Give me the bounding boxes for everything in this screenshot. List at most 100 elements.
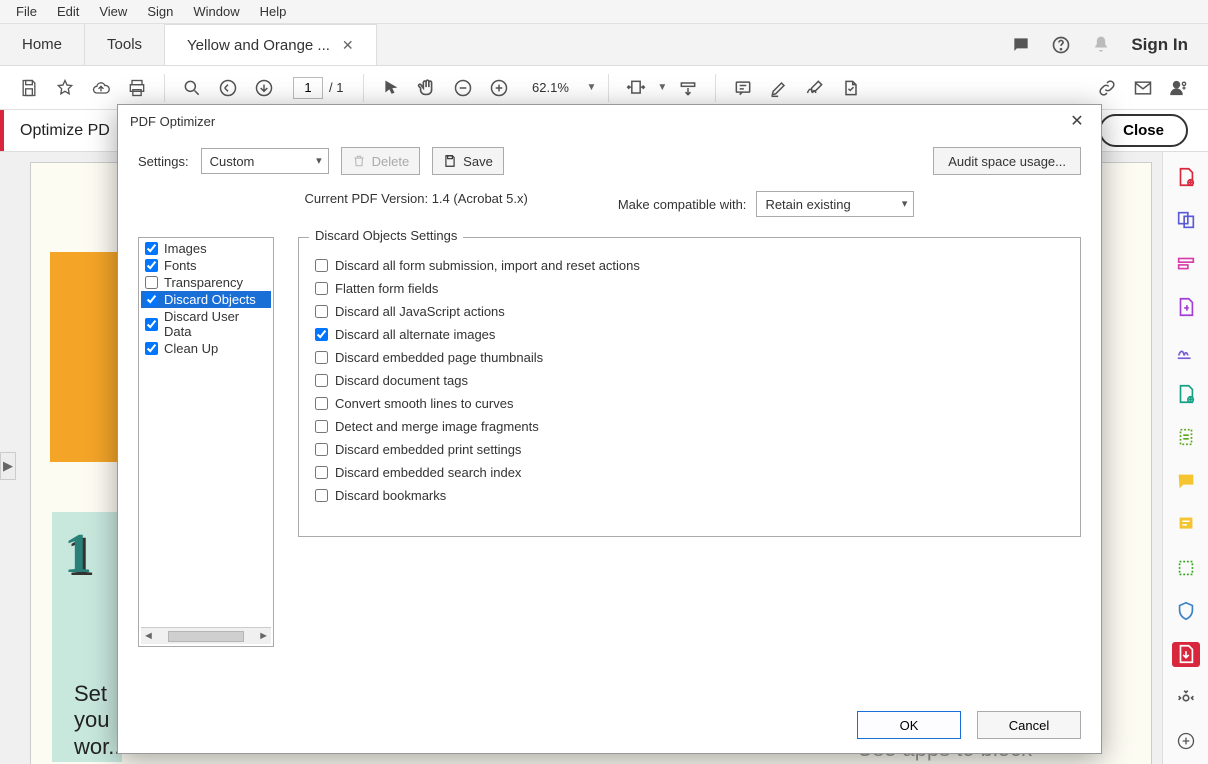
help-icon[interactable] bbox=[1051, 35, 1071, 55]
option-7[interactable]: Detect and merge image fragments bbox=[315, 419, 1064, 434]
save-icon[interactable] bbox=[14, 73, 44, 103]
tab-tools[interactable]: Tools bbox=[85, 24, 165, 65]
stamp-icon[interactable] bbox=[836, 73, 866, 103]
star-icon[interactable] bbox=[50, 73, 80, 103]
fit-width-icon[interactable] bbox=[621, 73, 651, 103]
settings-select-value: Custom bbox=[210, 154, 255, 169]
save-settings-button[interactable]: Save bbox=[432, 147, 504, 175]
cloud-icon[interactable] bbox=[86, 73, 116, 103]
option-10[interactable]: Discard bookmarks bbox=[315, 488, 1064, 503]
category-checkbox[interactable] bbox=[145, 318, 158, 331]
tab-close-icon[interactable]: ✕ bbox=[342, 37, 354, 54]
print-icon[interactable] bbox=[122, 73, 152, 103]
tool-create-pdf-icon[interactable] bbox=[1172, 164, 1200, 189]
tab-document-label: Yellow and Orange ... bbox=[187, 37, 330, 54]
option-4[interactable]: Discard embedded page thumbnails bbox=[315, 350, 1064, 365]
share-people-icon[interactable] bbox=[1164, 73, 1194, 103]
category-checkbox[interactable] bbox=[145, 276, 158, 289]
tool-note-icon[interactable] bbox=[1172, 511, 1200, 536]
option-checkbox[interactable] bbox=[315, 259, 328, 272]
prev-page-icon[interactable] bbox=[213, 73, 243, 103]
menu-window[interactable]: Window bbox=[183, 2, 249, 21]
tool-edit-icon[interactable] bbox=[1172, 251, 1200, 276]
tool-protect-icon[interactable] bbox=[1172, 598, 1200, 623]
category-item-transparency[interactable]: Transparency bbox=[141, 274, 271, 291]
category-item-discard-objects[interactable]: Discard Objects bbox=[141, 291, 271, 308]
category-checkbox[interactable] bbox=[145, 342, 158, 355]
sign-in-link[interactable]: Sign In bbox=[1131, 35, 1188, 55]
comment-icon[interactable] bbox=[728, 73, 758, 103]
dialog-close-icon[interactable]: ✕ bbox=[1065, 109, 1089, 133]
compat-label: Make compatible with: bbox=[618, 197, 747, 212]
search-icon[interactable] bbox=[177, 73, 207, 103]
category-scrollbar[interactable]: ◄► bbox=[141, 627, 271, 644]
share-link-icon[interactable] bbox=[1092, 73, 1122, 103]
panel-expand-icon[interactable]: ▶ bbox=[0, 452, 16, 480]
tool-export-icon[interactable] bbox=[1172, 294, 1200, 319]
option-checkbox[interactable] bbox=[315, 489, 328, 502]
hand-icon[interactable] bbox=[412, 73, 442, 103]
tool-compress-icon[interactable] bbox=[1172, 425, 1200, 450]
option-5[interactable]: Discard document tags bbox=[315, 373, 1064, 388]
option-checkbox[interactable] bbox=[315, 397, 328, 410]
category-item-fonts[interactable]: Fonts bbox=[141, 257, 271, 274]
option-checkbox[interactable] bbox=[315, 374, 328, 387]
option-checkbox[interactable] bbox=[315, 328, 328, 341]
menu-edit[interactable]: Edit bbox=[47, 2, 89, 21]
tab-document[interactable]: Yellow and Orange ... ✕ bbox=[165, 24, 377, 65]
highlight-icon[interactable] bbox=[764, 73, 794, 103]
menu-view[interactable]: View bbox=[89, 2, 137, 21]
ok-button[interactable]: OK bbox=[857, 711, 961, 739]
tool-add-icon[interactable] bbox=[1172, 729, 1200, 754]
option-3[interactable]: Discard all alternate images bbox=[315, 327, 1064, 342]
zoom-dropdown-icon[interactable]: ▼ bbox=[586, 82, 596, 93]
category-checkbox[interactable] bbox=[145, 242, 158, 255]
cancel-button[interactable]: Cancel bbox=[977, 711, 1081, 739]
tool-organize-icon[interactable] bbox=[1172, 381, 1200, 406]
tool-combine-icon[interactable] bbox=[1172, 207, 1200, 232]
cursor-icon[interactable] bbox=[376, 73, 406, 103]
category-checkbox[interactable] bbox=[145, 259, 158, 272]
menu-file[interactable]: File bbox=[6, 2, 47, 21]
scroll-mode-icon[interactable] bbox=[673, 73, 703, 103]
fit-dropdown-icon[interactable]: ▼ bbox=[657, 82, 667, 93]
trash-icon bbox=[352, 153, 366, 169]
email-icon[interactable] bbox=[1128, 73, 1158, 103]
tool-more-icon[interactable] bbox=[1172, 685, 1200, 710]
tab-home[interactable]: Home bbox=[0, 24, 85, 65]
category-item-images[interactable]: Images bbox=[141, 240, 271, 257]
option-checkbox[interactable] bbox=[315, 443, 328, 456]
zoom-out-icon[interactable] bbox=[448, 73, 478, 103]
signature-icon[interactable] bbox=[800, 73, 830, 103]
option-checkbox[interactable] bbox=[315, 305, 328, 318]
option-checkbox[interactable] bbox=[315, 420, 328, 433]
next-page-icon[interactable] bbox=[249, 73, 279, 103]
menu-help[interactable]: Help bbox=[250, 2, 297, 21]
bell-icon[interactable] bbox=[1091, 35, 1111, 55]
option-checkbox[interactable] bbox=[315, 466, 328, 479]
option-checkbox[interactable] bbox=[315, 282, 328, 295]
option-2[interactable]: Discard all JavaScript actions bbox=[315, 304, 1064, 319]
tool-sign-icon[interactable] bbox=[1172, 338, 1200, 363]
tool-optimize-icon[interactable] bbox=[1172, 642, 1200, 667]
audit-space-button[interactable]: Audit space usage... bbox=[933, 147, 1081, 175]
compat-select[interactable]: Retain existing bbox=[756, 191, 914, 217]
page-number-input[interactable] bbox=[293, 77, 323, 99]
option-8[interactable]: Discard embedded print settings bbox=[315, 442, 1064, 457]
zoom-value[interactable]: 62.1% bbox=[520, 80, 580, 95]
option-checkbox[interactable] bbox=[315, 351, 328, 364]
option-9[interactable]: Discard embedded search index bbox=[315, 465, 1064, 480]
settings-select[interactable]: Custom bbox=[201, 148, 329, 174]
category-item-discard-user-data[interactable]: Discard User Data bbox=[141, 308, 271, 340]
close-button[interactable]: Close bbox=[1099, 114, 1188, 147]
chat-icon[interactable] bbox=[1011, 35, 1031, 55]
category-item-clean-up[interactable]: Clean Up bbox=[141, 340, 271, 357]
category-checkbox[interactable] bbox=[145, 293, 158, 306]
option-0[interactable]: Discard all form submission, import and … bbox=[315, 258, 1064, 273]
tool-scan-icon[interactable] bbox=[1172, 555, 1200, 580]
tool-comment-icon[interactable] bbox=[1172, 468, 1200, 493]
menu-sign[interactable]: Sign bbox=[137, 2, 183, 21]
option-1[interactable]: Flatten form fields bbox=[315, 281, 1064, 296]
option-6[interactable]: Convert smooth lines to curves bbox=[315, 396, 1064, 411]
zoom-in-icon[interactable] bbox=[484, 73, 514, 103]
